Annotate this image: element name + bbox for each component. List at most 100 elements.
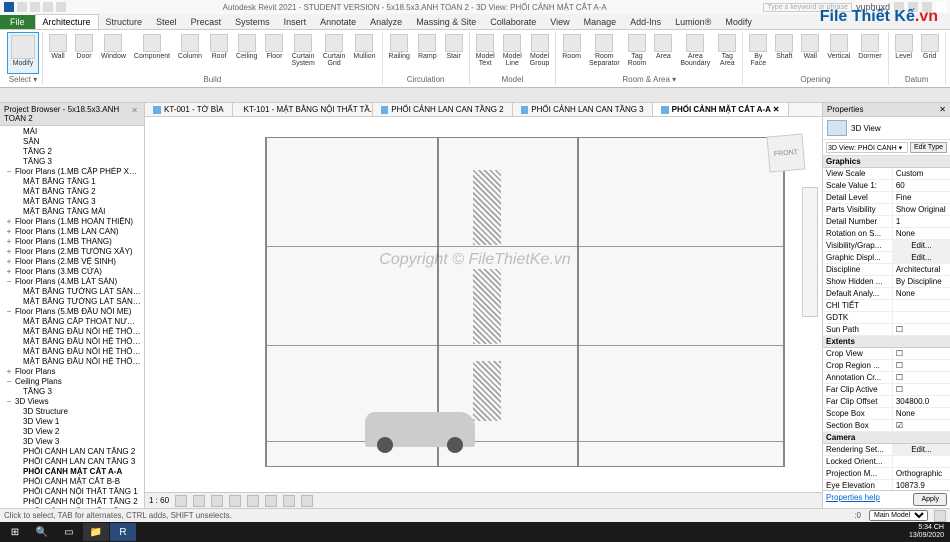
view-tab[interactable]: PHỐI CẢNH MẶT CẮT A-A ✕ bbox=[653, 103, 789, 116]
hide-isolate-icon[interactable] bbox=[283, 495, 295, 507]
tab-view[interactable]: View bbox=[543, 15, 576, 29]
prop-value[interactable] bbox=[893, 420, 950, 431]
selection-count[interactable]: :0 bbox=[854, 511, 861, 520]
modify-button[interactable]: Modify bbox=[7, 32, 39, 74]
minimize-icon[interactable] bbox=[908, 2, 918, 12]
tab-addins[interactable]: Add-Ins bbox=[623, 15, 668, 29]
revit-taskbar-icon[interactable]: R bbox=[110, 523, 136, 541]
tab-structure[interactable]: Structure bbox=[99, 15, 150, 29]
model-line-button[interactable]: Model Line bbox=[500, 32, 525, 74]
tree-item[interactable]: +Floor Plans (1.MB HOÀN THIỆN) bbox=[1, 217, 143, 227]
tree-item[interactable]: −3D Views bbox=[1, 397, 143, 407]
view-tab[interactable]: PHỐI CẢNH LAN CAN TẦNG 3 bbox=[513, 103, 653, 116]
prop-row[interactable]: View ScaleCustom bbox=[823, 168, 950, 180]
tree-item[interactable]: MẶT BẰNG TẦNG 1 bbox=[1, 177, 143, 187]
prop-value[interactable] bbox=[893, 360, 950, 371]
wall-button[interactable]: Wall bbox=[46, 32, 70, 74]
browser-tree[interactable]: MÁISÂNTẦNG 2TẦNG 3−Floor Plans (1.MB CẤP… bbox=[0, 126, 144, 508]
tree-item[interactable]: MẶT BẰNG TẦNG MÁI bbox=[1, 207, 143, 217]
prop-row[interactable]: Locked Orient... bbox=[823, 456, 950, 468]
curtain-system-button[interactable]: Curtain System bbox=[288, 32, 317, 74]
tab-modify[interactable]: Modify bbox=[718, 15, 759, 29]
prop-value[interactable] bbox=[893, 324, 950, 335]
viewcube[interactable]: FRONT bbox=[766, 133, 805, 172]
tag-area-button[interactable]: Tag Area bbox=[715, 32, 739, 74]
level-button[interactable]: Level bbox=[892, 32, 916, 74]
tab-manage[interactable]: Manage bbox=[577, 15, 624, 29]
tree-item[interactable]: MẶT BĂNG ĐẦU NỐI HỆ THỐNG ĐIỆ... bbox=[1, 357, 143, 367]
tree-item[interactable]: MẶT BĂNG ĐẦU NỐI HỆ THỐNG CẤP bbox=[1, 327, 143, 337]
rendering-icon[interactable] bbox=[247, 495, 259, 507]
start-button[interactable]: ⊞ bbox=[2, 523, 28, 541]
tree-item[interactable]: PHỐI CẢNH LAN CAN TẦNG 2 bbox=[1, 447, 143, 457]
filter-icon[interactable] bbox=[934, 510, 946, 522]
scale-display[interactable]: 1 : 60 bbox=[149, 496, 169, 505]
tree-item[interactable]: MẶT BẰNG TƯỜNG LÁT SÀN TẦNG 2 bbox=[1, 297, 143, 307]
prop-row[interactable]: Section Box bbox=[823, 420, 950, 432]
tree-item[interactable]: 3D View 1 bbox=[1, 417, 143, 427]
prop-group-header[interactable]: Extents bbox=[823, 336, 950, 348]
props-type-selector[interactable]: 3D View bbox=[823, 117, 950, 140]
redo-icon[interactable] bbox=[56, 2, 66, 12]
wall-button[interactable]: Wall bbox=[798, 32, 822, 74]
view-tab[interactable]: KT-101 - MẶT BẰNG NỘI THẤT TẦ... bbox=[233, 103, 373, 116]
props-close-icon[interactable]: ✕ bbox=[939, 105, 946, 114]
prop-value[interactable] bbox=[893, 372, 950, 383]
undo-icon[interactable] bbox=[43, 2, 53, 12]
prop-value[interactable]: Custom bbox=[893, 168, 950, 179]
prop-row[interactable]: Scale Value 1:60 bbox=[823, 180, 950, 192]
prop-row[interactable]: Scope BoxNone bbox=[823, 408, 950, 420]
by-face-button[interactable]: By Face bbox=[746, 32, 770, 74]
tab-precast[interactable]: Precast bbox=[184, 15, 229, 29]
prop-row[interactable]: Visibility/Grap...Edit... bbox=[823, 240, 950, 252]
tree-item[interactable]: PHỐI CẢNH MẶT CẮT A-A bbox=[1, 467, 143, 477]
prop-value[interactable]: 60 bbox=[893, 180, 950, 191]
props-table[interactable]: GraphicsView ScaleCustomScale Value 1:60… bbox=[823, 156, 950, 490]
prop-value[interactable] bbox=[893, 384, 950, 395]
ramp-button[interactable]: Ramp bbox=[415, 32, 440, 74]
stair-button[interactable]: Stair bbox=[442, 32, 466, 74]
prop-value[interactable]: None bbox=[893, 288, 950, 299]
tree-item[interactable]: +Floor Plans (3.MB CỬA) bbox=[1, 267, 143, 277]
tag-room-button[interactable]: Tag Room bbox=[625, 32, 650, 74]
prop-value[interactable]: Edit... bbox=[893, 252, 950, 263]
visual-style-icon[interactable] bbox=[193, 495, 205, 507]
view-tab[interactable]: KT-001 - TỜ BÌA bbox=[145, 103, 233, 116]
area-boundary-button[interactable]: Area Boundary bbox=[677, 32, 713, 74]
tree-item[interactable]: −Floor Plans (5.MB ĐẦU NỐI ME) bbox=[1, 307, 143, 317]
prop-value[interactable]: 304800.0 bbox=[893, 396, 950, 407]
roof-button[interactable]: Roof bbox=[207, 32, 231, 74]
prop-value[interactable]: Show Original bbox=[893, 204, 950, 215]
prop-row[interactable]: GDTK bbox=[823, 312, 950, 324]
tab-insert[interactable]: Insert bbox=[277, 15, 314, 29]
props-filter-input[interactable] bbox=[826, 142, 908, 153]
crop-icon[interactable] bbox=[265, 495, 277, 507]
tree-item[interactable]: MẶT BĂNG ĐẦU NỐI HỆ THỐNG THO... bbox=[1, 337, 143, 347]
vertical-button[interactable]: Vertical bbox=[824, 32, 853, 74]
tab-analyze[interactable]: Analyze bbox=[363, 15, 409, 29]
tree-item[interactable]: MẶT BẰNG TƯỜNG LÁT SÀN TẦNG 1 bbox=[1, 287, 143, 297]
prop-row[interactable]: Graphic Displ...Edit... bbox=[823, 252, 950, 264]
prop-row[interactable]: Crop Region ... bbox=[823, 360, 950, 372]
prop-row[interactable]: Default Analy...None bbox=[823, 288, 950, 300]
tab-annotate[interactable]: Annotate bbox=[313, 15, 363, 29]
prop-row[interactable]: Rotation on S...None bbox=[823, 228, 950, 240]
tree-item[interactable]: 3D View 2 bbox=[1, 427, 143, 437]
tree-item[interactable]: +Floor Plans (1.MB LAN CAN) bbox=[1, 227, 143, 237]
tab-steel[interactable]: Steel bbox=[149, 15, 184, 29]
tree-item[interactable]: SÂN bbox=[1, 137, 143, 147]
close-icon[interactable] bbox=[936, 2, 946, 12]
prop-row[interactable]: DisciplineArchitectural bbox=[823, 264, 950, 276]
shaft-button[interactable]: Shaft bbox=[772, 32, 796, 74]
tree-item[interactable]: PHỐI CẢNH NỘI THẤT TẦNG 3 bbox=[1, 507, 143, 508]
tree-item[interactable]: TẦNG 3 bbox=[1, 387, 143, 397]
edit-type-button[interactable]: Edit Type bbox=[910, 142, 947, 153]
tab-massingsite[interactable]: Massing & Site bbox=[409, 15, 483, 29]
shadows-icon[interactable] bbox=[229, 495, 241, 507]
tree-item[interactable]: MẶT BẰNG TẦNG 2 bbox=[1, 187, 143, 197]
tree-item[interactable]: PHỐI CẢNH MẶT CẮT B-B bbox=[1, 477, 143, 487]
tab-architecture[interactable]: Architecture bbox=[35, 14, 99, 29]
user-label[interactable]: vuphuxd bbox=[856, 2, 890, 12]
sun-path-icon[interactable] bbox=[211, 495, 223, 507]
main-model-select[interactable]: Main Model bbox=[869, 510, 928, 521]
